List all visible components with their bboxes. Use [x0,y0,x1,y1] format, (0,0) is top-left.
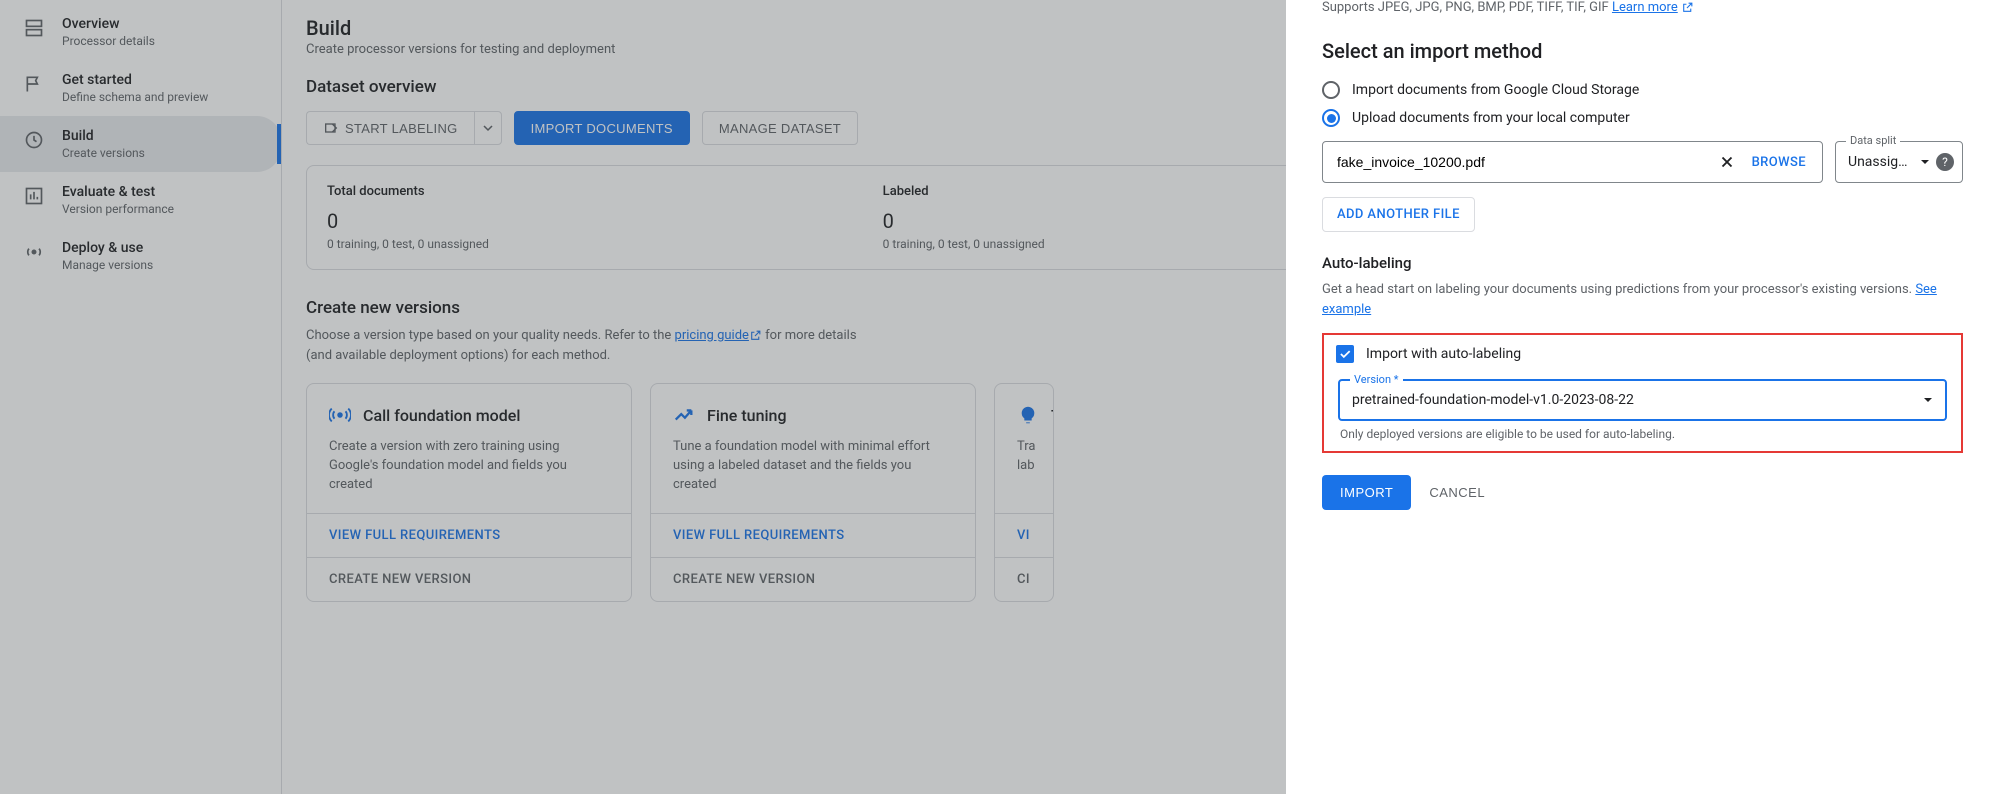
learn-more-link[interactable]: Learn more [1612,0,1678,15]
auto-labeling-section: Import with auto-labeling Version * pret… [1322,333,1963,453]
import-button[interactable]: IMPORT [1322,475,1411,510]
version-select[interactable]: Version * pretrained-foundation-model-v1… [1338,379,1947,421]
import-method-heading: Select an import method [1322,39,1963,63]
chevron-down-icon [1920,157,1930,167]
select-label: Data split [1846,134,1900,147]
supported-formats-hint: Supports JPEG, JPG, PNG, BMP, PDF, TIFF,… [1322,0,1963,15]
file-input[interactable] [1337,154,1710,170]
radio-icon [1322,109,1340,127]
radio-label: Import documents from Google Cloud Stora… [1352,82,1639,98]
external-link-icon [1681,1,1694,14]
browse-button[interactable]: BROWSE [1744,155,1814,170]
select-label: Version * [1350,373,1403,386]
checkbox-icon [1336,345,1354,363]
auto-labeling-checkbox-row[interactable]: Import with auto-labeling [1336,345,1953,363]
auto-labeling-heading: Auto-labeling [1322,254,1963,272]
radio-local[interactable]: Upload documents from your local compute… [1322,109,1963,127]
help-icon[interactable]: ? [1936,153,1954,171]
select-value: pretrained-foundation-model-v1.0-2023-08… [1352,392,1923,408]
chevron-down-icon [1923,395,1933,405]
file-input-container: BROWSE [1322,141,1823,183]
version-helper-text: Only deployed versions are eligible to b… [1340,427,1945,441]
cancel-button[interactable]: CANCEL [1429,485,1485,500]
radio-gcs[interactable]: Import documents from Google Cloud Stora… [1322,81,1963,99]
checkbox-label: Import with auto-labeling [1366,346,1521,362]
radio-icon [1322,81,1340,99]
import-panel: Supports JPEG, JPG, PNG, BMP, PDF, TIFF,… [1286,0,1999,794]
add-file-button[interactable]: ADD ANOTHER FILE [1322,197,1475,232]
data-split-select[interactable]: Data split Unassig… ? [1835,141,1963,183]
select-value: Unassig… [1848,154,1914,170]
clear-icon[interactable] [1718,153,1736,171]
auto-labeling-desc: Get a head start on labeling your docume… [1322,280,1963,319]
radio-label: Upload documents from your local compute… [1352,110,1630,126]
